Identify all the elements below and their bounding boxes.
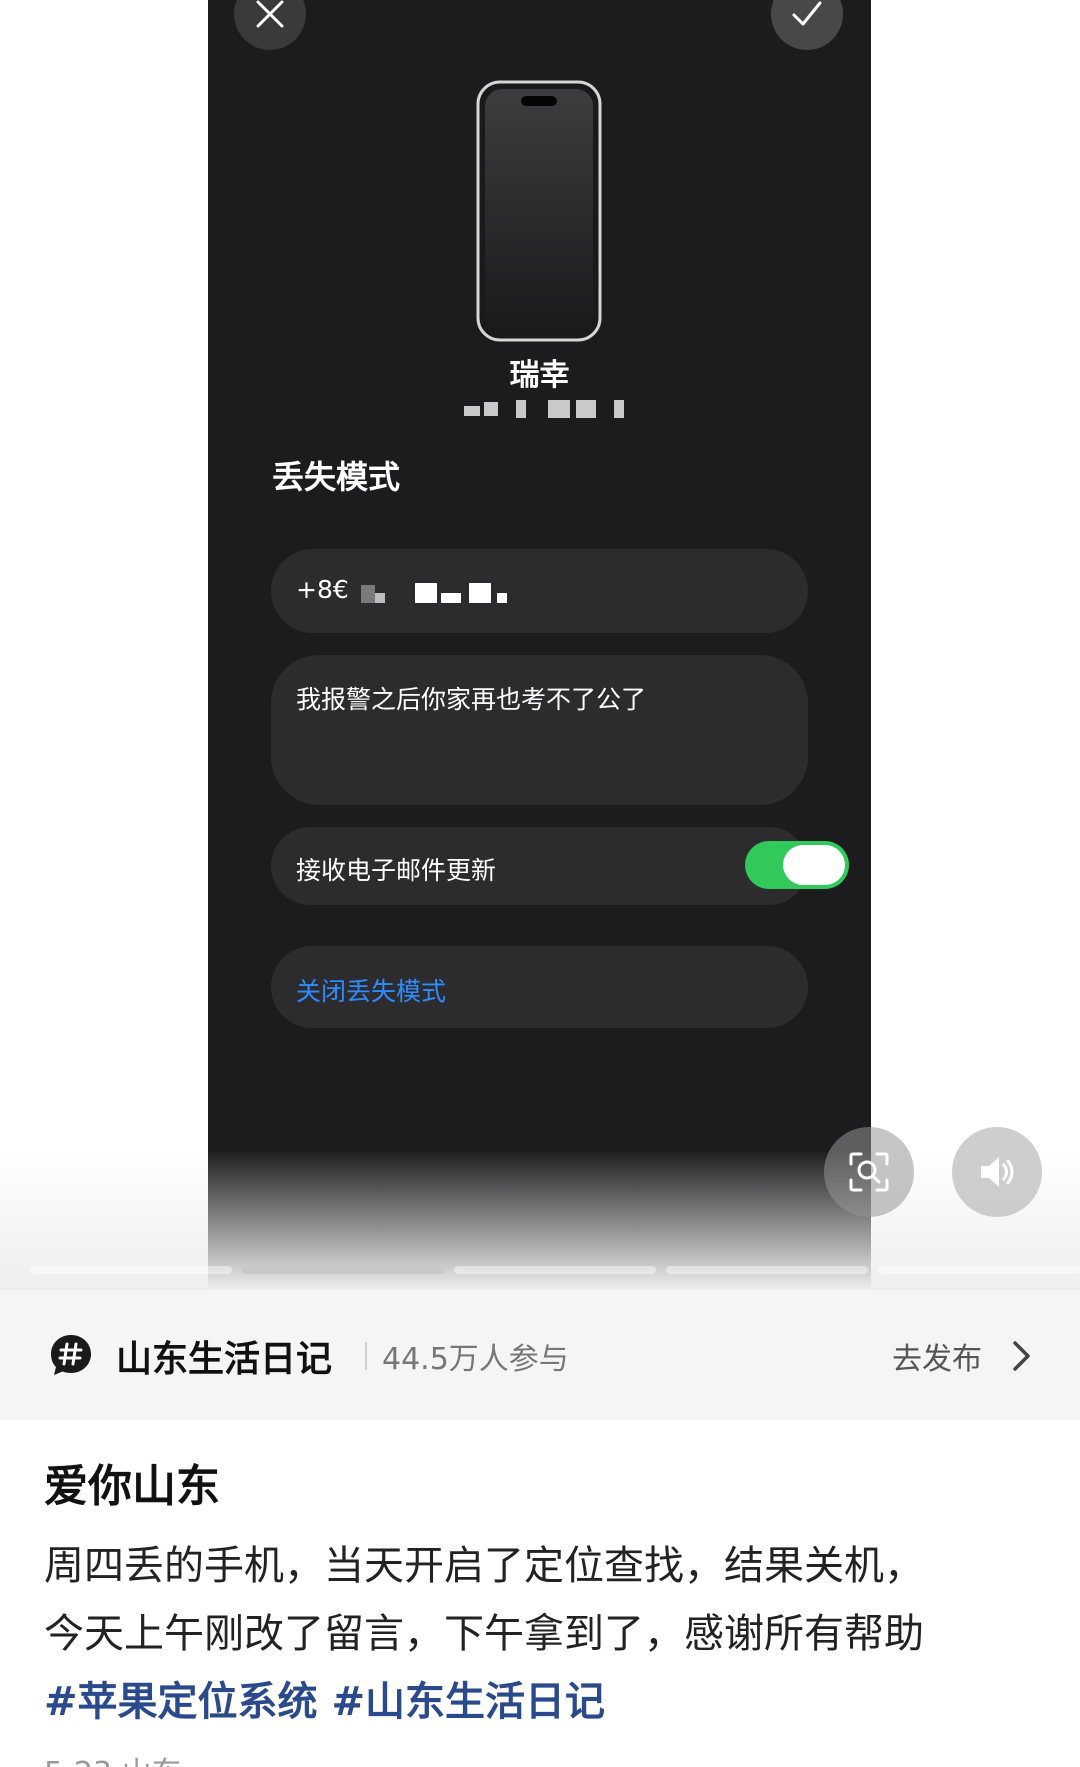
message-text: 我报警之后你家再也考不了公了 [296,685,647,714]
chevron-right-icon[interactable] [1010,1338,1034,1374]
email-updates-label: 接收电子邮件更新 [296,856,497,885]
speaker-icon [981,1157,1014,1187]
topic-divider [365,1342,367,1370]
device-name: 瑞幸 [509,358,570,393]
progress-segment [30,1266,232,1274]
topic-bar[interactable]: 山东生活日记 44.5万人参与 去发布 [0,1290,1080,1420]
phone-number-value: +8€ [296,575,349,604]
checkmark-icon [792,1,822,26]
confirm-button[interactable] [771,0,843,50]
image-search-button[interactable] [824,1127,914,1217]
section-title: 丢失模式 [272,458,401,496]
progress-segment [878,1266,1080,1274]
media-viewer[interactable]: 瑞幸 丢失模式 +8€ 我报警之后你家再也考不了公了 接收电子邮件更新 关闭丢失… [0,0,1080,1290]
close-button[interactable] [234,0,306,50]
topic-name[interactable]: 山东生活日记 [116,1330,332,1382]
disable-lost-mode-label: 关闭丢失模式 [296,977,447,1006]
email-updates-toggle[interactable] [745,841,849,889]
phone-number-field[interactable]: +8€ [271,549,808,633]
image-progress-indicator [30,1266,1080,1274]
post-body-line: 今天上午刚改了留言，下午拿到了，感谢所有帮助 [44,1611,924,1657]
message-field[interactable]: 我报警之后你家再也考不了公了 [271,655,808,805]
post-body-line: 周四丢的手机，当天开启了定位查找，结果关机， [44,1543,924,1589]
close-icon [256,0,284,28]
iphone-icon [476,80,602,342]
post-date-location: 5-23 山东 [44,1748,182,1767]
disable-lost-mode-button[interactable]: 关闭丢失模式 [271,946,808,1028]
post-tags: #苹果定位系统 #山东生活日记 [44,1669,619,1727]
toggle-knob [783,845,845,885]
topic-hashtag-icon [51,1335,91,1375]
publish-link[interactable]: 去发布 [892,1334,982,1378]
mute-button[interactable] [952,1127,1042,1217]
scan-search-icon [849,1152,889,1192]
email-updates-row[interactable]: 接收电子邮件更新 [271,827,849,905]
redacted-device-info [208,398,871,424]
topic-participants: 44.5万人参与 [382,1342,569,1377]
hashtag-link[interactable]: #山东生活日记 [332,1679,606,1725]
progress-segment-active [242,1266,444,1274]
post-title: 爱你山东 [44,1461,220,1512]
hashtag-link[interactable]: #苹果定位系统 [44,1679,318,1725]
progress-segment [454,1266,656,1274]
progress-segment [666,1266,868,1274]
lost-mode-screen: 瑞幸 丢失模式 +8€ 我报警之后你家再也考不了公了 接收电子邮件更新 关闭丢失… [208,0,871,1290]
